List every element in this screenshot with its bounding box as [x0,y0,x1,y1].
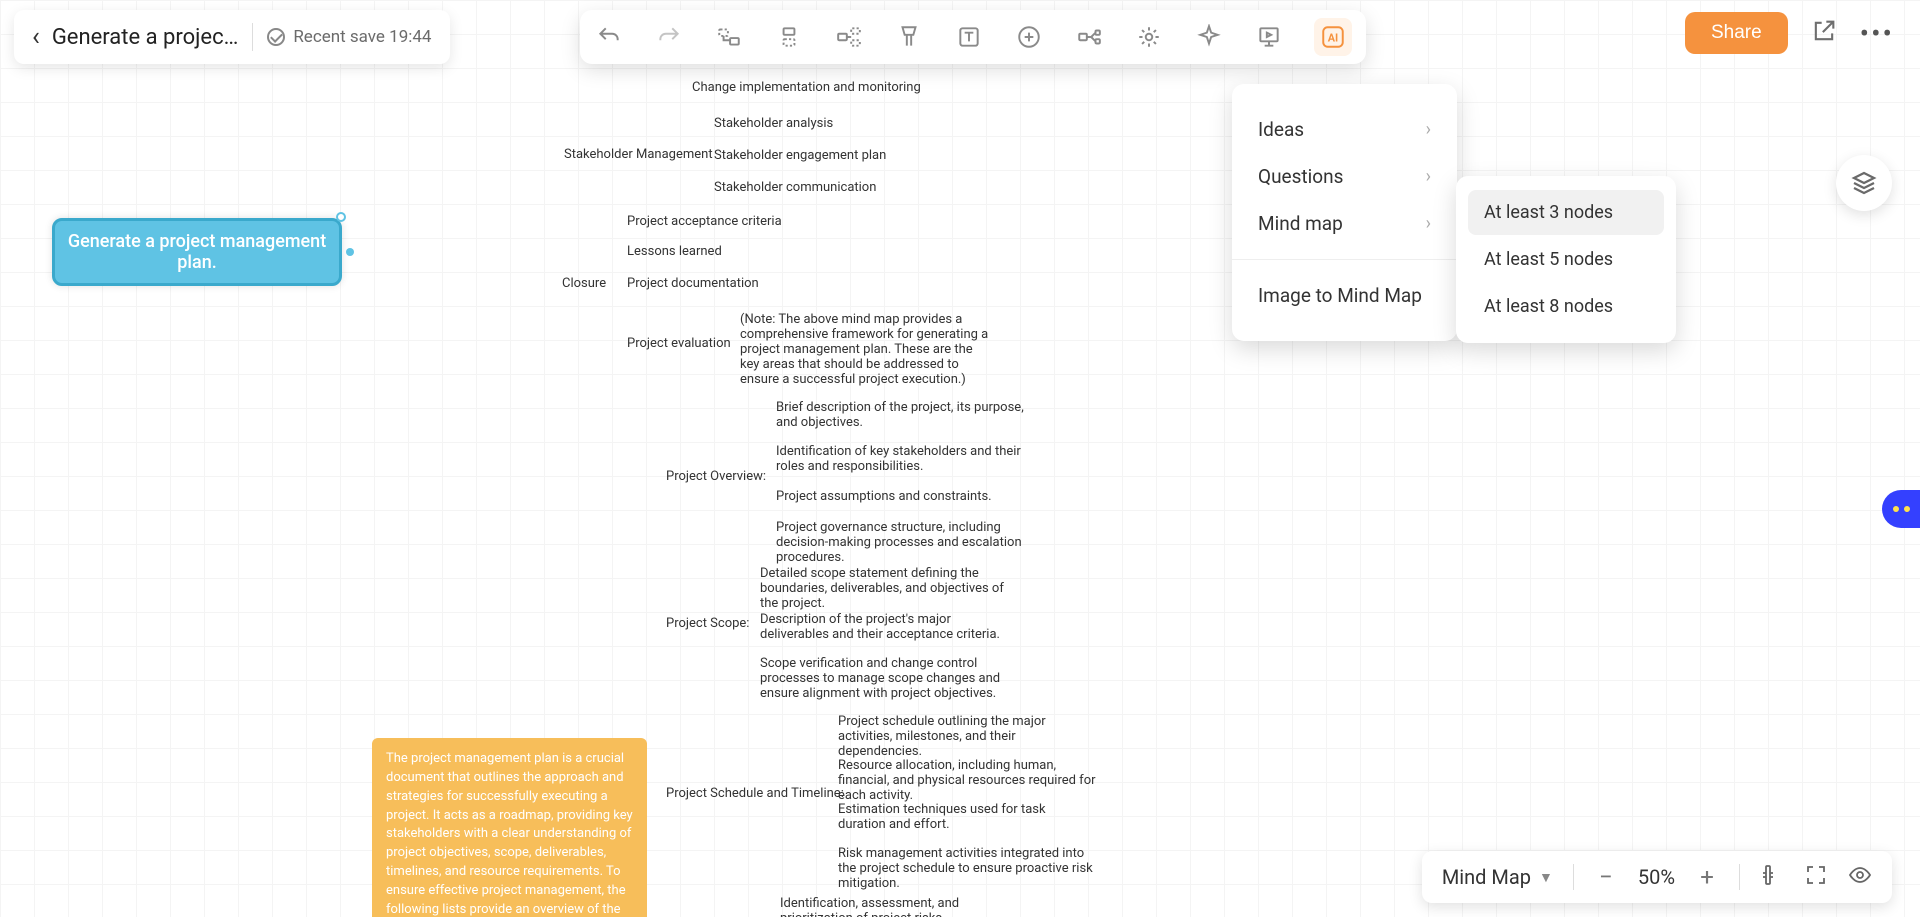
submenu-3-nodes[interactable]: At least 3 nodes [1468,190,1664,235]
spark-button[interactable] [1194,22,1224,52]
node-stakeholder-mgmt[interactable]: Stakeholder Management [564,147,713,162]
share-button[interactable]: Share [1685,12,1788,54]
node-sc-detailed[interactable]: Detailed scope statement defining the bo… [760,566,1010,611]
node-sc-major[interactable]: Description of the project's major deliv… [760,612,1010,642]
open-external-icon[interactable] [1810,17,1838,49]
more-menu-button[interactable]: ••• [1860,17,1894,50]
submenu-8-nodes[interactable]: At least 8 nodes [1468,284,1664,329]
root-connector-dot[interactable] [346,248,354,256]
node-stakeholder-engage[interactable]: Stakeholder engagement plan [714,148,886,163]
description-node[interactable]: The project management plan is a crucial… [372,738,647,917]
chevron-right-icon: › [1426,166,1431,187]
node-sc-verif[interactable]: Scope verification and change control pr… [760,656,1010,701]
node-ts-risk[interactable]: Risk management activities integrated in… [838,846,1098,891]
node-eval-note[interactable]: (Note: The above mind map provides a com… [740,312,990,387]
node-stakeholder-comm[interactable]: Stakeholder communication [714,180,876,195]
separator [252,23,253,51]
node-proj-scope[interactable]: Project Scope: [666,616,749,631]
ai-submenu-node-count: At least 3 nodes At least 5 nodes At lea… [1456,176,1676,343]
node-ts-est[interactable]: Estimation techniques used for task dura… [838,802,1088,832]
zoom-in-button[interactable]: + [1695,863,1719,891]
separator [1573,864,1574,890]
assistant-bubble[interactable] [1882,490,1920,528]
undo-button[interactable] [594,22,624,52]
eye-icon[interactable] [1848,863,1872,891]
view-controls: Mind Map ▼ − 50% + [1422,851,1892,903]
toolbar: AI [580,10,1366,64]
ai-menu-mindmap[interactable]: Mind map › [1232,200,1457,247]
ai-menu-ideas[interactable]: Ideas › [1232,106,1457,153]
node-ov-gov[interactable]: Project governance structure, including … [776,520,1036,565]
presentation-button[interactable] [1254,22,1284,52]
ai-menu-label: Questions [1258,165,1343,188]
ai-menu-image-to-map[interactable]: Image to Mind Map [1232,272,1457,319]
node-ts-id[interactable]: Identification, assessment, and prioriti… [780,896,1030,917]
chevron-right-icon: › [1426,119,1431,140]
node-ts-sched[interactable]: Project schedule outlining the major act… [838,714,1088,759]
chevron-down-icon: ▼ [1539,869,1553,886]
ai-button[interactable]: AI [1314,18,1352,56]
node-proj-overview[interactable]: Project Overview: [666,469,766,484]
svg-text:AI: AI [1328,31,1338,44]
node-change-impl[interactable]: Change implementation and monitoring [692,80,921,95]
node-ov-assume[interactable]: Project assumptions and constraints. [776,489,1036,504]
save-status: Recent save 19:44 [267,27,431,47]
node-lessons[interactable]: Lessons learned [627,244,722,259]
fullscreen-icon[interactable] [1804,863,1828,891]
root-node-text: Generate a project management plan. [55,231,339,273]
assistant-eye-icon [1893,506,1899,512]
divider [1232,259,1457,260]
style-panel-button[interactable] [1836,155,1892,211]
add-subtopic-button[interactable] [834,22,864,52]
node-proj-sched[interactable]: Project Schedule and Timeline: [666,786,844,801]
doc-header: ‹ Generate a projec… Recent save 19:44 [14,10,450,64]
node-proj-accept[interactable]: Project acceptance criteria [627,214,782,229]
redo-button[interactable] [654,22,684,52]
format-button[interactable] [894,22,924,52]
view-mode-select[interactable]: Mind Map ▼ [1442,865,1553,889]
ai-menu: Ideas › Questions › Mind map › Image to … [1232,84,1457,341]
submenu-5-nodes[interactable]: At least 5 nodes [1468,237,1664,282]
node-stakeholder-analysis[interactable]: Stakeholder analysis [714,116,833,131]
ai-menu-questions[interactable]: Questions › [1232,153,1457,200]
node-ov-stake[interactable]: Identification of key stakeholders and t… [776,444,1036,474]
add-button[interactable] [1014,22,1044,52]
chevron-right-icon: › [1426,213,1431,234]
node-proj-doc[interactable]: Project documentation [627,276,759,291]
ai-menu-label: Ideas [1258,118,1304,141]
assistant-eye-icon [1904,506,1910,512]
fit-icon[interactable] [1760,863,1784,891]
zoom-value[interactable]: 50% [1638,865,1675,889]
settings-icon-button[interactable] [1134,22,1164,52]
save-status-text: Recent save 19:44 [293,27,431,47]
doc-title[interactable]: Generate a projec… [52,25,239,50]
back-button[interactable]: ‹ [32,22,40,52]
add-sibling-after-button[interactable] [774,22,804,52]
node-proj-eval[interactable]: Project evaluation [627,336,731,351]
separator [1739,864,1740,890]
root-handle[interactable] [336,212,346,222]
node-ov-brief[interactable]: Brief description of the project, its pu… [776,400,1026,430]
text-button[interactable] [954,22,984,52]
ai-menu-label: Mind map [1258,212,1343,235]
root-node[interactable]: Generate a project management plan. [52,218,342,286]
view-mode-label: Mind Map [1442,865,1531,889]
node-ts-res[interactable]: Resource allocation, including human, fi… [838,758,1098,803]
check-icon [267,28,285,46]
add-sibling-before-button[interactable] [714,22,744,52]
node-closure[interactable]: Closure [562,276,606,291]
ai-menu-label: Image to Mind Map [1258,284,1422,307]
top-right-actions: Share ••• [1685,12,1894,54]
zoom-out-button[interactable]: − [1594,863,1618,891]
relationship-button[interactable] [1074,22,1104,52]
